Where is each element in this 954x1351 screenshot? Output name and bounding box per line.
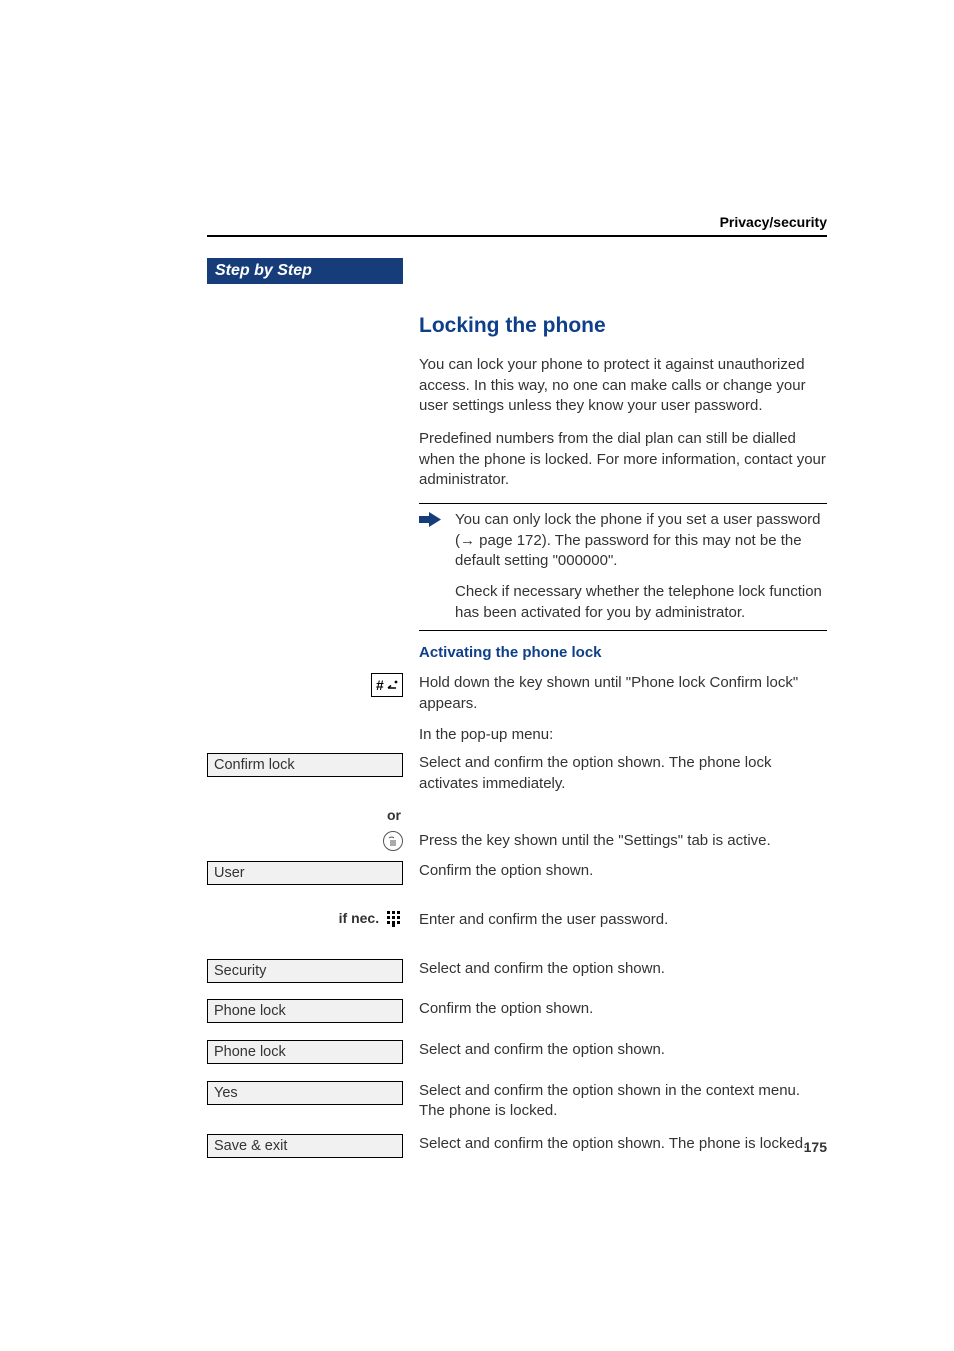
menu-user: User xyxy=(207,861,403,885)
note-text-2: Check if necessary whether the telephone… xyxy=(455,582,827,623)
save-exit-desc: Select and confirm the option shown. The… xyxy=(419,1134,827,1155)
section-header: Privacy/security xyxy=(720,214,827,230)
phone-lock1-desc: Confirm the option shown. xyxy=(419,999,827,1020)
menu-save-exit: Save & exit xyxy=(207,1134,403,1158)
or-label: or xyxy=(387,807,401,823)
popup-menu-label: In the pop-up menu: xyxy=(419,725,827,746)
yes-desc: Select and confirm the option shown in t… xyxy=(419,1081,827,1122)
keypad-icon xyxy=(387,911,401,927)
security-desc: Select and confirm the option shown. xyxy=(419,959,827,980)
menu-security: Security xyxy=(207,959,403,983)
hash-key-icon: # xyxy=(371,673,403,697)
paragraph-intro-2: Predefined numbers from the dial plan ca… xyxy=(419,429,827,491)
menu-confirm-lock: Confirm lock xyxy=(207,753,403,777)
phone-lock2-desc: Select and confirm the option shown. xyxy=(419,1040,827,1061)
note-box: You can only lock the phone if you set a… xyxy=(419,503,827,630)
subheading-activating: Activating the phone lock xyxy=(419,643,827,664)
menu-yes: Yes xyxy=(207,1081,403,1105)
hash-key-instruction: Hold down the key shown until "Phone loc… xyxy=(419,673,827,714)
user-desc: Confirm the option shown. xyxy=(419,861,827,882)
menu-phone-lock-1: Phone lock xyxy=(207,999,403,1023)
confirm-lock-desc: Select and confirm the option shown. The… xyxy=(419,753,827,794)
menu-phone-lock-2: Phone lock xyxy=(207,1040,403,1064)
step-by-step-header: Step by Step xyxy=(207,258,403,284)
if-nec-label: if nec. xyxy=(339,910,379,926)
svg-text:#: # xyxy=(376,677,384,693)
note-text-1: You can only lock the phone if you set a… xyxy=(455,510,827,572)
page-number: 175 xyxy=(804,1139,827,1155)
note-icon xyxy=(419,510,445,623)
if-nec-desc: Enter and confirm the user password. xyxy=(419,910,827,931)
header-rule xyxy=(207,235,827,237)
heading-locking-the-phone: Locking the phone xyxy=(419,312,827,341)
settings-key-desc: Press the key shown until the "Settings"… xyxy=(419,831,827,852)
paragraph-intro-1: You can lock your phone to protect it ag… xyxy=(419,355,827,417)
settings-key-icon xyxy=(383,831,403,851)
